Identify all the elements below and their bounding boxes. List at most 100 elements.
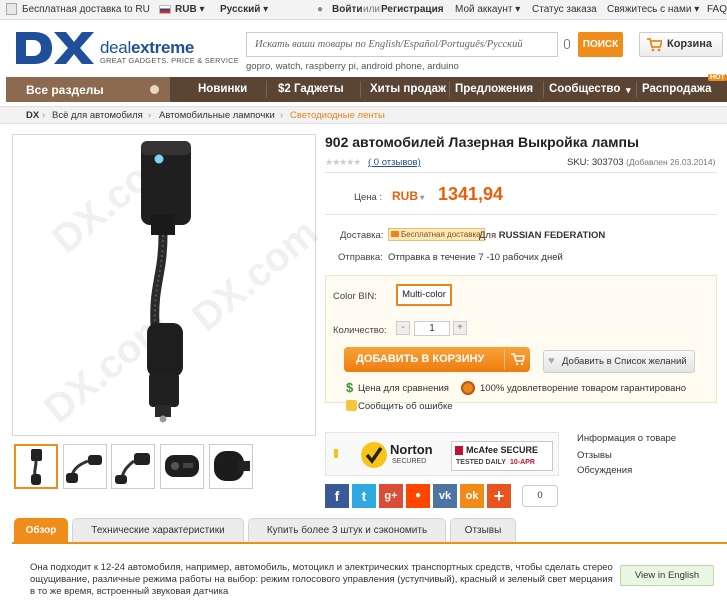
trust-badges: Norton SECURED McAfee SECURE TESTED DAIL… [325,432,559,476]
norton-subtitle: SECURED [392,458,427,465]
tab-specifications[interactable]: Технические характеристики [72,518,244,543]
login-link[interactable]: Войти [332,4,363,15]
nav-item-new[interactable]: Новинки [198,83,247,95]
mcafee-title: McAfee SECURE [466,445,539,455]
price-value: 1341,94 [438,184,504,204]
tab-overview[interactable]: Обзор [14,518,68,543]
thumbnail-2[interactable] [63,444,107,489]
order-status-link[interactable]: Статус заказа [532,4,597,15]
nav-all-sections[interactable]: Все разделы [6,77,170,102]
divider [325,214,717,215]
cart-label: Корзина [667,38,712,50]
price-label: Цена : [354,192,383,203]
shipping-destination: Для RUSSIAN FEDERATION [479,230,605,241]
free-shipping-text: Бесплатная доставка to RU [22,4,150,15]
page: Бесплатная доставка to RU RUB ▾ Русский … [0,0,727,600]
breadcrumb-separator: › [42,110,46,121]
quantity-plus-button[interactable]: + [453,321,467,335]
nav-item-2-dollar[interactable]: $2 Гаджеты [278,83,344,95]
vk-icon[interactable]: vk [433,484,457,508]
search-button[interactable]: ПОИСК [578,32,623,57]
nav-item-sale[interactable]: Распродажа [642,83,712,95]
thumbnail-image [165,455,199,477]
breadcrumb-separator: › [280,110,284,121]
cart-button[interactable]: Корзина [639,32,723,57]
sku-block: SKU: 303703 (Добавлен 26.03.2014) [567,157,715,168]
color-option-multicolor[interactable]: Multi-color [396,284,452,306]
add-to-cart-button[interactable]: ДОБАВИТЬ В КОРЗИНУ [344,347,530,372]
currency-label: RUB [175,4,197,15]
shipping-label: Доставка: [340,230,384,241]
reddit-icon[interactable]: ● [406,484,430,508]
thumbnail-1[interactable] [14,444,58,489]
breadcrumb-car-bulbs[interactable]: Автомобильные лампочки [159,110,275,121]
view-in-english-button[interactable]: View in English [620,565,714,586]
reviews-link[interactable]: ( 0 отзывов) [368,157,421,168]
search-hints[interactable]: gopro, watch, raspberry pi, android phon… [246,61,459,72]
language-label: Русский [220,4,261,15]
product-title: 902 автомобилей Лазерная Выкройка лампы [325,134,639,150]
sku-label: SKU: [567,157,590,168]
cart-icon [647,38,662,52]
thumbnail-3[interactable] [111,444,155,489]
product-main-image[interactable]: DX.com DX.com DX.com [12,132,326,436]
google-plus-icon[interactable]: g+ [379,484,403,508]
mcafee-shield-icon [455,446,463,455]
register-link[interactable]: Регистрация [381,4,444,15]
brand-name: dealextreme [100,38,194,58]
contact-link[interactable]: Свяжитесь с нами ▾ [607,4,699,15]
microphone-icon[interactable] [564,39,570,49]
russia-flag-icon [159,5,171,14]
breadcrumb-home[interactable]: DX [26,110,39,121]
norton-title: Norton [390,442,433,457]
facebook-icon[interactable]: f [325,484,349,508]
norton-check-icon [361,442,387,468]
nav-item-community[interactable]: Сообщество [549,83,620,95]
main-nav: Все разделы Новинки $2 Гаджеты Хиты прод… [6,74,727,102]
breadcrumb-car[interactable]: Всё для автомобиля [52,110,143,121]
user-icon: ● [317,4,324,15]
truck-icon [391,231,399,237]
product-description: Она подходит к 12-24 автомобиля, наприме… [30,562,613,597]
dx-logo[interactable] [14,30,96,66]
add-to-wishlist-button[interactable]: ♥ Добавить в Список желаний [543,350,695,373]
tab-bulk-discount[interactable]: Купить более 3 штук и сэкономить [248,518,446,543]
odnoklassniki-icon[interactable]: ok [460,484,484,508]
report-icon [346,400,357,411]
thumbnail-image [214,451,250,481]
faq-link[interactable]: FAQ [707,4,727,15]
nav-item-bestsellers[interactable]: Хиты продаж [370,83,446,95]
nav-item-offers[interactable]: Предложения [455,83,533,95]
guarantee-icon [461,381,475,395]
chevron-down-icon: ▾ [626,85,631,95]
search-input[interactable] [247,33,537,56]
side-link-discussions[interactable]: Обсуждения [577,465,632,476]
car-fm-transmitter-photo [141,141,191,423]
truck-icon [6,3,17,15]
share-plus-icon[interactable]: + [487,484,511,508]
mcafee-subtitle: TESTED DAILY [456,459,506,466]
quantity-input[interactable]: 1 [414,321,450,336]
shipping-for: Для [479,230,497,241]
nav-divider [636,81,637,98]
price-compare-text: Цена для сравнения [358,383,449,394]
lock-icon [334,449,338,458]
currency-selector[interactable]: RUB ▾ [175,4,204,15]
brand-tagline: GREAT GADGETS. PRICE & SERVICE [100,56,239,65]
price-currency[interactable]: RUB ▾ [392,189,424,203]
language-selector[interactable]: Русский ▾ [220,4,268,15]
side-link-reviews[interactable]: Отзывы [577,450,612,461]
twitter-icon[interactable]: t [352,484,376,508]
thumbnail-4[interactable] [160,444,204,489]
dropdown-dot-icon [150,85,159,94]
report-error-link[interactable]: Сообщить об ошибке [358,401,453,412]
free-shipping-badge-label: Бесплатная доставка [401,230,481,239]
thumbnail-5[interactable] [209,444,253,489]
login-label: Войти [332,4,363,15]
side-link-product-info[interactable]: Информация о товаре [577,433,676,444]
quantity-minus-button[interactable]: - [396,321,410,335]
tab-reviews[interactable]: Отзывы [450,518,516,543]
breadcrumb: DX › Всё для автомобиля › Автомобильные … [0,106,727,124]
account-link[interactable]: Мой аккаунт ▾ [455,4,520,15]
contact-label: Свяжитесь с нами [607,4,692,15]
